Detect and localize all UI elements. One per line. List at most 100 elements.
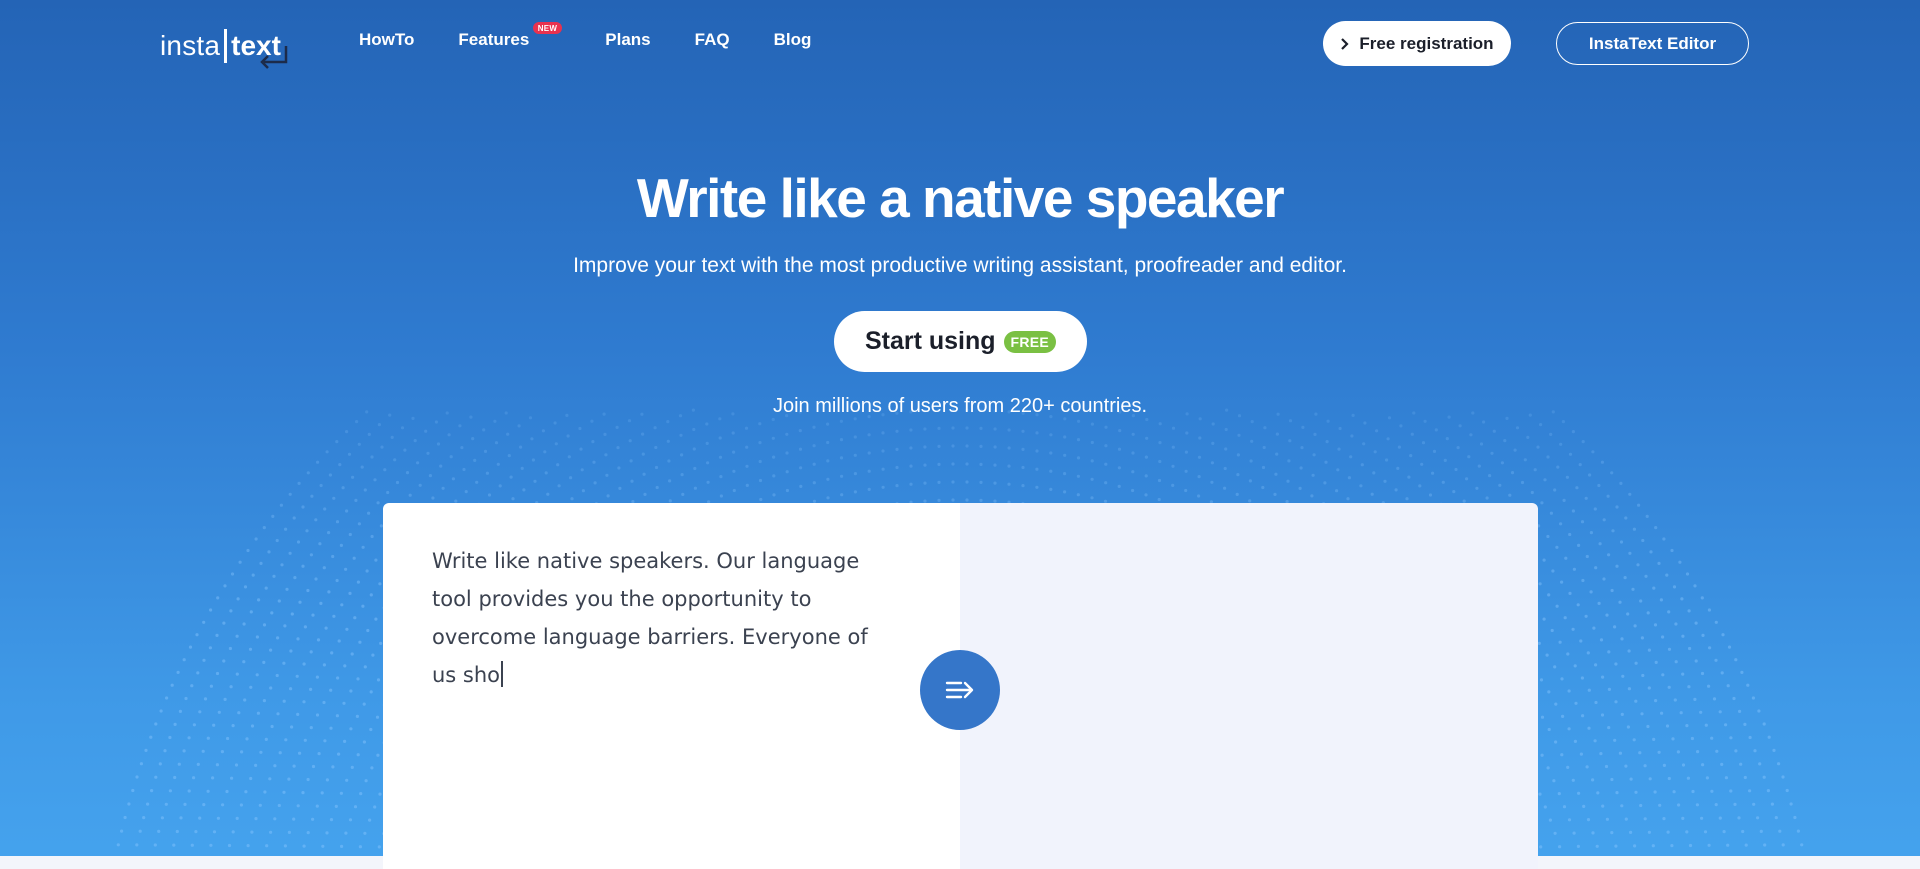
- decor-dot: [306, 471, 310, 475]
- decor-dot: [772, 455, 776, 459]
- decor-dot: [758, 441, 762, 445]
- decor-dot: [937, 480, 941, 484]
- output-text-panel: [960, 503, 1538, 869]
- decor-dot: [772, 493, 776, 497]
- decor-dot: [345, 430, 349, 434]
- decor-dot: [1585, 765, 1589, 769]
- nav-features-label: Features: [458, 30, 530, 49]
- decor-dot: [1035, 431, 1039, 435]
- decor-dot: [1759, 829, 1763, 834]
- decor-dot: [1553, 488, 1557, 492]
- decor-dot: [325, 450, 329, 454]
- decor-dot: [1601, 675, 1605, 679]
- nav-howto[interactable]: HowTo: [359, 30, 414, 50]
- decor-dot: [1672, 585, 1677, 589]
- decor-dot: [1636, 563, 1640, 567]
- decor-dot: [1158, 459, 1162, 464]
- nav-features[interactable]: Features NEW: [458, 22, 563, 50]
- decor-dot: [1639, 599, 1643, 603]
- decor-dot: [1640, 636, 1644, 640]
- decor-dot: [351, 475, 355, 479]
- decor-dot: [881, 431, 885, 435]
- decor-dot: [1184, 469, 1188, 473]
- decor-dot: [543, 450, 547, 454]
- decor-dot: [146, 802, 150, 806]
- decor-dot: [198, 710, 202, 714]
- decor-dot: [1589, 531, 1593, 535]
- decor-dot: [1405, 497, 1409, 501]
- decor-dot: [591, 440, 595, 444]
- decor-dot: [329, 726, 333, 730]
- decor-dot: [1555, 604, 1559, 608]
- decor-dot: [1646, 611, 1650, 615]
- decor-dot: [159, 709, 163, 713]
- decor-dot: [1556, 465, 1560, 469]
- decor-dot: [338, 463, 342, 467]
- decor-dot: [937, 498, 941, 502]
- decor-dot: [979, 480, 983, 484]
- nav-faq[interactable]: FAQ: [695, 30, 730, 50]
- decor-dot: [616, 446, 620, 450]
- decor-dot: [1662, 817, 1666, 821]
- decor-dot: [679, 433, 683, 437]
- decor-dot: [1685, 830, 1689, 834]
- decor-dot: [1671, 737, 1675, 741]
- instatext-editor-button[interactable]: InstaText Editor: [1556, 22, 1749, 65]
- decor-dot: [1645, 514, 1649, 519]
- decor-dot: [1714, 803, 1718, 807]
- decor-dot: [1681, 634, 1685, 638]
- decor-dot: [895, 484, 899, 488]
- decor-dot: [1632, 527, 1636, 531]
- decor-dot: [1748, 735, 1752, 740]
- nav-blog[interactable]: Blog: [774, 30, 812, 50]
- decor-dot: [1607, 726, 1611, 730]
- decor-dot: [1677, 803, 1681, 807]
- decor-dot: [1465, 477, 1469, 481]
- input-text-area[interactable]: Write like native speakers. Our language…: [432, 542, 882, 694]
- decor-dot: [840, 493, 844, 497]
- decor-dot: [355, 714, 359, 719]
- decor-dot: [164, 802, 168, 806]
- decor-dot: [1324, 460, 1328, 464]
- hero-title: Write like a native speaker: [636, 167, 1285, 229]
- decor-dot: [1649, 550, 1653, 554]
- decor-dot: [1373, 450, 1377, 454]
- decor-dot: [246, 548, 250, 553]
- decor-dot: [666, 420, 670, 424]
- decor-dot: [1338, 426, 1342, 431]
- start-using-button[interactable]: Start using FREE: [834, 311, 1087, 372]
- decor-dot: [1145, 417, 1149, 422]
- decor-dot: [225, 789, 229, 794]
- decor-dot: [692, 447, 696, 451]
- decor-dot: [280, 563, 284, 567]
- nav-plans[interactable]: Plans: [605, 30, 650, 50]
- decor-dot: [139, 762, 143, 766]
- decor-dot: [1561, 714, 1565, 719]
- decor-dot: [812, 462, 816, 466]
- decor-dot: [1624, 817, 1628, 821]
- decor-dot: [1621, 674, 1625, 678]
- decor-dot: [216, 816, 220, 820]
- decor-dot: [1657, 561, 1661, 566]
- decor-dot: [630, 479, 634, 483]
- decor-dot: [1562, 805, 1567, 809]
- decor-dot: [348, 818, 353, 822]
- improve-text-button[interactable]: [920, 650, 1000, 730]
- decor-dot: [1568, 452, 1573, 456]
- input-text-panel[interactable]: Write like native speakers. Our language…: [383, 503, 960, 869]
- decor-dot: [1515, 426, 1520, 430]
- decor-dot: [187, 736, 191, 740]
- decor-dot: [680, 473, 684, 477]
- decor-dot: [270, 611, 274, 615]
- decor-dot: [1210, 480, 1214, 484]
- decor-dot: [1624, 516, 1628, 520]
- logo[interactable]: insta text: [160, 24, 288, 69]
- decor-dot: [262, 660, 266, 665]
- decor-dot: [230, 572, 235, 576]
- decor-dot: [259, 750, 263, 754]
- decor-dot: [1594, 663, 1598, 667]
- decor-dot: [368, 818, 372, 822]
- decor-dot: [196, 671, 200, 675]
- free-registration-button[interactable]: Free registration: [1323, 21, 1511, 66]
- decor-dot: [367, 432, 371, 436]
